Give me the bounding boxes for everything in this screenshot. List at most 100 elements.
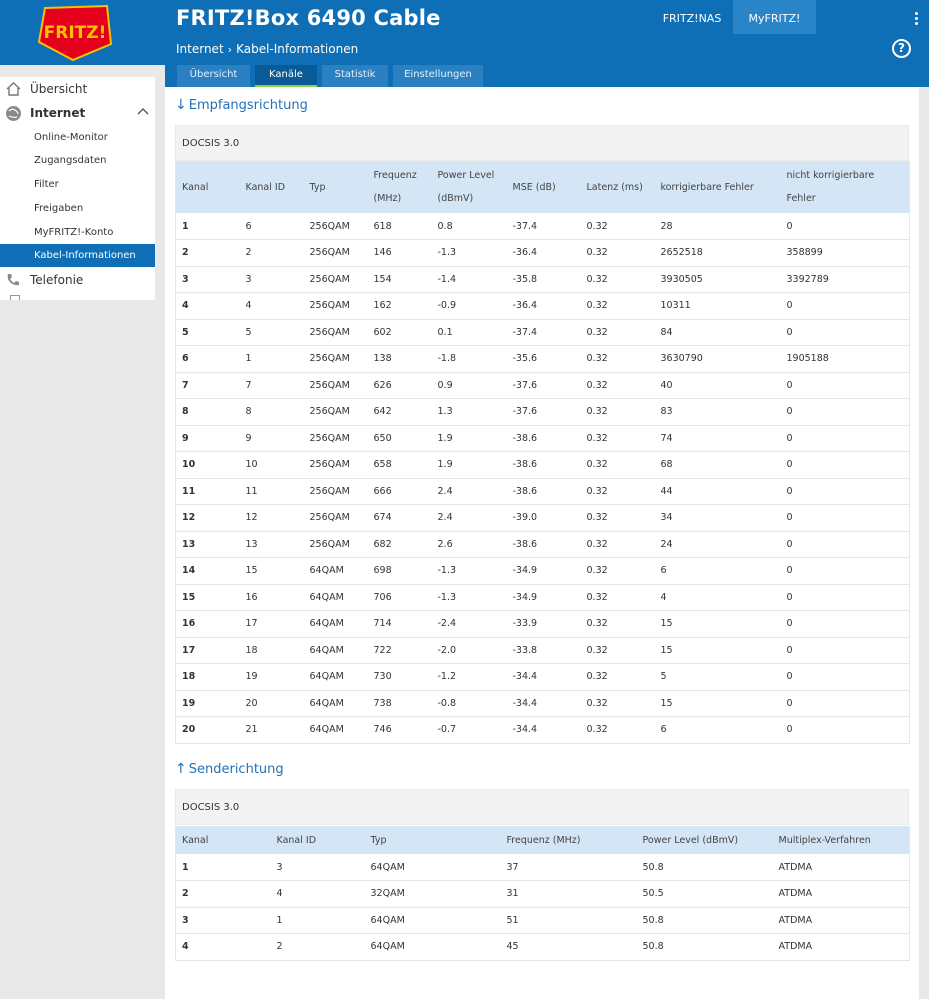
sidebar-subitem-filter[interactable]: Filter — [0, 173, 155, 196]
table-cell: 83 — [654, 398, 781, 426]
table-row: 4 2 64QAM 45 50.8 ATDMA — [175, 933, 910, 961]
table-cell: 32QAM — [364, 880, 501, 908]
table-cell: 18 — [175, 663, 240, 691]
fritznas-link[interactable]: FRITZ!NAS — [650, 0, 734, 34]
sidebar-subitem-myfritz-konto[interactable]: MyFRITZ!-Konto — [0, 221, 155, 244]
column-header: korrigierbare Fehler — [654, 161, 781, 213]
table-cell: 31 — [500, 880, 637, 908]
table-cell: 16 — [239, 584, 304, 611]
table-cell: 256QAM — [303, 266, 368, 293]
table-cell: 15 — [175, 584, 240, 611]
column-header: Power Level (dBmV) — [431, 161, 507, 213]
table-cell: 0.32 — [580, 239, 655, 267]
sidebar: Übersicht Internet Online-Monitor Zugang… — [0, 77, 155, 300]
column-header: Typ — [303, 161, 368, 213]
tab-statistik[interactable]: Statistik — [322, 65, 388, 87]
table-cell: 0.32 — [580, 292, 655, 320]
table-cell: 642 — [367, 398, 432, 426]
table-cell: 64QAM — [364, 907, 501, 934]
table-cell: -38.6 — [506, 425, 581, 452]
table-cell: 256QAM — [303, 292, 368, 320]
table-cell: 706 — [367, 584, 432, 611]
help-icon[interactable]: ? — [892, 39, 911, 58]
table-cell: 6 — [175, 345, 240, 373]
table-cell: 0.32 — [580, 478, 655, 505]
more-menu-icon[interactable] — [910, 12, 922, 28]
table-cell: 0 — [780, 504, 910, 532]
table-cell: 0 — [780, 478, 910, 505]
phone-icon — [4, 271, 22, 289]
table-cell: 0.32 — [580, 610, 655, 638]
sidebar-subitem-zugangsdaten[interactable]: Zugangsdaten — [0, 149, 155, 172]
sidebar-subitem-online-monitor[interactable]: Online-Monitor — [0, 126, 155, 149]
sidebar-item-telefonie[interactable]: Telefonie — [0, 268, 155, 292]
table-cell: 1.9 — [431, 451, 507, 479]
table-cell: 6 — [654, 557, 781, 585]
column-header: Kanal — [175, 161, 240, 213]
sidebar-subitem-freigaben[interactable]: Freigaben — [0, 197, 155, 220]
table-cell: 0 — [780, 584, 910, 611]
table-cell: 0 — [780, 213, 910, 240]
table-cell: 0.1 — [431, 319, 507, 346]
table-cell: 256QAM — [303, 372, 368, 399]
tab-uebersicht[interactable]: Übersicht — [177, 65, 250, 87]
table-cell: 15 — [654, 690, 781, 717]
table-cell: -37.4 — [506, 213, 581, 240]
table-cell: 8 — [175, 398, 240, 426]
table-cell: -34.4 — [506, 716, 581, 744]
table-cell: -1.2 — [431, 663, 507, 691]
table-cell: -0.9 — [431, 292, 507, 320]
table-cell: 1 — [239, 345, 304, 373]
table-cell: 256QAM — [303, 345, 368, 373]
table-cell: 0.32 — [580, 213, 655, 240]
table-cell: 1905188 — [780, 345, 910, 373]
docsis-label: DOCSIS 3.0 — [175, 789, 909, 825]
table-cell: -34.9 — [506, 557, 581, 585]
table-cell: 2.4 — [431, 478, 507, 505]
table-cell: 13 — [175, 531, 240, 558]
downstream-heading[interactable]: ↓ Empfangsrichtung — [175, 97, 308, 113]
table-cell: -34.9 — [506, 584, 581, 611]
table-cell: 3 — [175, 266, 240, 293]
table-cell: 1 — [175, 213, 240, 240]
table-cell: 0 — [780, 398, 910, 426]
table-cell: ATDMA — [772, 880, 910, 908]
chevron-up-icon[interactable] — [137, 107, 149, 115]
table-cell: 0.32 — [580, 531, 655, 558]
myfritz-link[interactable]: MyFRITZ! — [733, 0, 816, 34]
table-cell: 256QAM — [303, 425, 368, 452]
table-cell: 18 — [239, 637, 304, 664]
table-cell: -1.3 — [431, 584, 507, 611]
table-cell: 34 — [654, 504, 781, 532]
upstream-table: Kanal Kanal ID Typ Frequenz (MHz) Power Leve… — [175, 826, 910, 961]
table-cell: 738 — [367, 690, 432, 717]
table-cell: 658 — [367, 451, 432, 479]
table-cell: 0 — [780, 372, 910, 399]
sidebar-item-internet[interactable]: Internet — [0, 101, 155, 125]
table-cell: 0.32 — [580, 425, 655, 452]
sidebar-item-uebersicht[interactable]: Übersicht — [0, 77, 155, 101]
table-cell: 0 — [780, 690, 910, 717]
tab-kanaele[interactable]: Kanäle — [255, 65, 317, 87]
breadcrumb-internet[interactable]: Internet — [176, 42, 224, 56]
sidebar-subitem-kabel-informationen[interactable]: Kabel-Informationen — [0, 244, 155, 267]
table-cell: -38.6 — [506, 451, 581, 479]
table-cell: -1.3 — [431, 557, 507, 585]
table-row: 3 3 256QAM 154 -1.4 -35.8 0.32 3930505 3392789 — [175, 266, 910, 293]
table-cell: 64QAM — [303, 690, 368, 717]
table-cell: 12 — [175, 504, 240, 532]
column-header: nicht korrigierbare Fehler — [780, 161, 910, 213]
table-cell: 1.3 — [431, 398, 507, 426]
table-cell: 15 — [654, 637, 781, 664]
table-row: 9 9 256QAM 650 1.9 -38.6 0.32 74 0 — [175, 425, 910, 452]
table-cell: 4 — [175, 933, 271, 961]
table-cell: ATDMA — [772, 933, 910, 961]
upstream-heading[interactable]: ↑ Senderichtung — [175, 761, 284, 777]
table-cell: 13 — [239, 531, 304, 558]
table-cell: 3 — [175, 907, 271, 934]
table-cell: 50.8 — [636, 933, 773, 961]
tab-einstellungen[interactable]: Einstellungen — [393, 65, 483, 87]
table-row: 13 13 256QAM 682 2.6 -38.6 0.32 24 0 — [175, 531, 910, 558]
fritz-logo[interactable]: FRITZ! — [37, 4, 113, 62]
table-cell: -39.0 — [506, 504, 581, 532]
